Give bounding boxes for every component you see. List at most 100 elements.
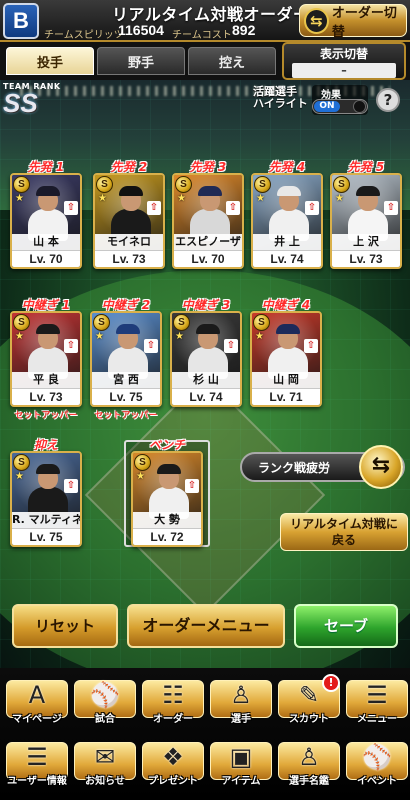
- tab-fielder[interactable]: 野手: [97, 47, 185, 75]
- star-icon: ★: [95, 331, 104, 342]
- nav-event[interactable]: ⚾ イベント: [342, 736, 408, 796]
- rank-fatigue-label: ランク戦疲労: [258, 461, 331, 475]
- player-card[interactable]: S ★ ⇧ モイネロ Lv. 73: [93, 173, 165, 269]
- slot-label: 中継ぎ 3: [181, 298, 231, 312]
- condition-up-icon: ⇧: [226, 201, 240, 215]
- player-cap: [356, 186, 380, 196]
- rarity-badge: S: [254, 176, 271, 193]
- player-card[interactable]: S ★ ⇧ 大 勢 Lv. 72: [131, 451, 203, 547]
- display-switch-button[interactable]: 表示切替 –: [282, 42, 406, 80]
- save-button[interactable]: セーブ: [294, 604, 398, 648]
- order-switch-label: オーダー切替: [331, 5, 397, 40]
- swap-icon: ⇆: [304, 7, 329, 34]
- team-rank-value: SS: [3, 88, 38, 118]
- nav-label: 試合: [95, 714, 115, 725]
- starter-2-slot: 先発 2 S ★ ⇧ モイネロ Lv. 73: [92, 158, 166, 269]
- nav-present[interactable]: ❖ プレゼント: [138, 736, 204, 796]
- rarity-badge: S: [13, 314, 30, 331]
- slot-label: 先発 2: [110, 160, 148, 174]
- star-icon: ★: [175, 331, 184, 342]
- return-to-realtime-button[interactable]: リアルタイム対戦に 戻る: [280, 513, 408, 551]
- condition-up-icon: ⇧: [384, 201, 398, 215]
- reset-button[interactable]: リセット: [12, 604, 118, 648]
- reliever-2-slot: 中継ぎ 2 S ★ ⇧ 宮 西 Lv. 75 セットアッパー: [89, 296, 163, 421]
- player-cap: [36, 324, 60, 334]
- effect-toggle[interactable]: ON: [312, 99, 368, 114]
- player-level: Lv. 73: [95, 250, 163, 267]
- player-cap: [36, 186, 60, 196]
- help-button[interactable]: ?: [376, 88, 400, 112]
- player-card[interactable]: S★ ⇧ R. マルティネスLv. 75: [10, 451, 82, 547]
- rarity-badge: S: [96, 176, 113, 193]
- player-name: 上 沢: [332, 234, 400, 250]
- condition-up-icon: ⇧: [224, 339, 238, 353]
- rarity-badge: S: [173, 314, 190, 331]
- player-name: 宮 西: [92, 372, 160, 388]
- starter-1-slot: 先発 1 S ★ ⇧ 山 本 Lv. 70: [9, 158, 83, 269]
- order-menu-button[interactable]: オーダーメニュー: [127, 604, 285, 648]
- condition-up-icon: ⇧: [64, 201, 78, 215]
- player-name: 井 上: [253, 234, 321, 250]
- player-name: 杉 山: [172, 372, 240, 388]
- player-cap: [198, 186, 222, 196]
- player-card[interactable]: S ★ ⇧ 井 上 Lv. 74: [251, 173, 323, 269]
- player-name: 大 勢: [133, 512, 201, 528]
- nav-label: プレゼント: [148, 776, 198, 787]
- nav-mypage[interactable]: A マイページ: [2, 674, 68, 734]
- nav-player-directory[interactable]: ♙ 選手名鑑: [274, 736, 340, 796]
- player-card[interactable]: S ★ ⇧ エスピノーザ Lv. 70: [172, 173, 244, 269]
- player-cap: [36, 464, 60, 474]
- player-card[interactable]: S ★ ⇧ 上 沢 Lv. 73: [330, 173, 402, 269]
- bench-slot: ベンチ S ★ ⇧ 大 勢 Lv. 72: [130, 436, 204, 547]
- player-level: Lv. 70: [12, 250, 80, 267]
- player-name: 山 岡: [252, 372, 320, 388]
- nav-label: お知らせ: [85, 776, 125, 787]
- player-name: 平 良: [12, 372, 80, 388]
- player-card[interactable]: S ★ ⇧ 山 岡 Lv. 71: [250, 311, 322, 407]
- highlight-label-line2: ハイライト: [253, 97, 308, 110]
- condition-up-icon: ⇧: [147, 201, 161, 215]
- nav-menu[interactable]: ☰ メニュー: [342, 674, 408, 734]
- starter-3-slot: 先発 3 S ★ ⇧ エスピノーザ Lv. 70: [171, 158, 245, 269]
- slot-label: 先発 4: [268, 160, 306, 174]
- slot-label: ベンチ: [148, 438, 185, 452]
- nav-scout[interactable]: ✎ スカウト!: [274, 674, 340, 734]
- nav-user-info[interactable]: ☰ ユーザー情報: [2, 736, 68, 796]
- player-cap: [116, 324, 140, 334]
- player-card[interactable]: S ★ ⇧ 山 本 Lv. 70: [10, 173, 82, 269]
- nav-order[interactable]: ☷ オーダー: [138, 674, 204, 734]
- player-card[interactable]: S ★ ⇧ 平 良 Lv. 73: [10, 311, 82, 407]
- player-level: Lv. 75: [92, 388, 160, 405]
- nav-label: オーダー: [153, 714, 193, 725]
- player-card[interactable]: S ★ ⇧ 宮 西 Lv. 75: [90, 311, 162, 407]
- return-label-line1: リアルタイム対戦に: [290, 517, 398, 531]
- player-level: Lv. 73: [332, 250, 400, 267]
- player-name: R. マルティネス: [12, 512, 80, 528]
- reliever-3-slot: 中継ぎ 3 S ★ ⇧ 杉 山 Lv. 74: [169, 296, 243, 407]
- star-icon: ★: [15, 193, 24, 204]
- condition-up-icon: ⇧: [144, 339, 158, 353]
- nav-label: ユーザー情報: [7, 776, 67, 787]
- slot-label: 中継ぎ 1: [21, 298, 71, 312]
- nav-news[interactable]: ✉ お知らせ: [70, 736, 136, 796]
- tab-reserve[interactable]: 控え: [188, 47, 276, 75]
- condition-up-icon: ⇧: [64, 339, 78, 353]
- nav-stadium[interactable]: ⚾ 試合: [70, 674, 136, 734]
- tab-pitcher[interactable]: 投手: [6, 47, 94, 75]
- player-cap: [157, 464, 181, 474]
- order-switch-button[interactable]: ⇆ オーダー切替: [299, 4, 407, 40]
- rarity-badge: S: [175, 176, 192, 193]
- fatigue-swap-button[interactable]: ⇆: [359, 445, 403, 489]
- effect-control: 効果 ON: [312, 85, 368, 115]
- slot-label: 先発 5: [347, 160, 385, 174]
- slot-label: 抑え: [33, 438, 58, 452]
- condition-up-icon: ⇧: [64, 479, 78, 493]
- nav-label: 選手名鑑: [289, 776, 329, 787]
- team-spirits-label: チームスピリッツ: [44, 30, 124, 41]
- nav-player[interactable]: ♙ 選手: [206, 674, 272, 734]
- display-switch-label: 表示切替: [319, 47, 368, 61]
- toggle-knob: [353, 100, 366, 113]
- nav-item[interactable]: ▣ アイテム: [206, 736, 272, 796]
- rarity-badge: S: [333, 176, 350, 193]
- player-card[interactable]: S ★ ⇧ 杉 山 Lv. 74: [170, 311, 242, 407]
